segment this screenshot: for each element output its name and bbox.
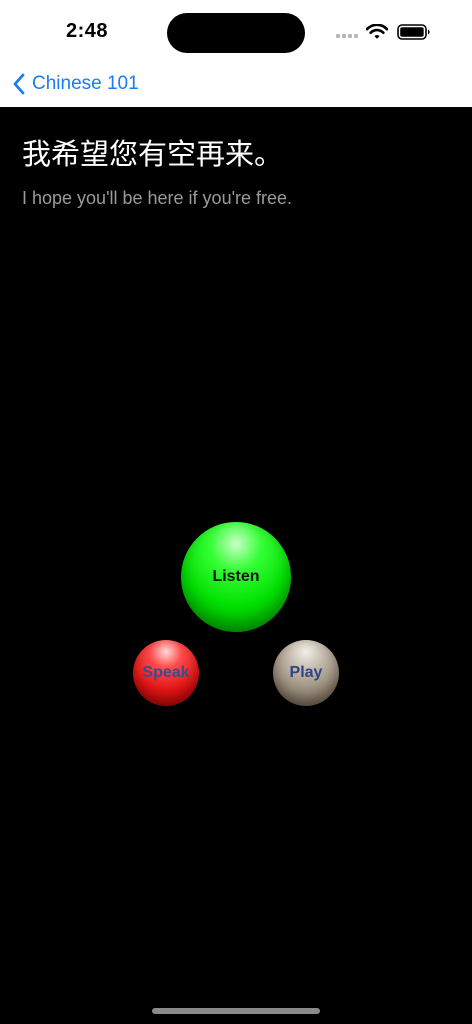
play-button-label: Play [289,664,323,681]
battery-icon [397,24,431,40]
dynamic-island [167,13,305,53]
back-button-label: Chinese 101 [32,73,139,94]
wifi-icon [365,23,389,40]
chinese-sentence: 我希望您有空再来。 [22,137,284,171]
chevron-left-icon [12,73,25,95]
home-indicator[interactable] [152,1008,320,1014]
english-translation: I hope you'll be here if you're free. [22,188,293,208]
cellular-signal-icon [336,34,360,40]
navigation-bar: Chinese 101 [0,62,472,107]
lesson-content: 我希望您有空再来。 I hope you'll be here if you'r… [0,107,472,1024]
status-time: 2:48 [66,20,109,42]
status-bar: 2:48 [0,0,472,62]
play-button[interactable]: Play [273,640,339,706]
listen-button[interactable]: Listen [181,522,291,632]
speak-button-label: Speak [142,664,190,681]
top-area: 2:48 Chinese 101 [0,0,472,107]
speak-button[interactable]: Speak [133,640,199,706]
listen-button-label: Listen [212,568,260,585]
back-button[interactable]: Chinese 101 [12,70,139,98]
